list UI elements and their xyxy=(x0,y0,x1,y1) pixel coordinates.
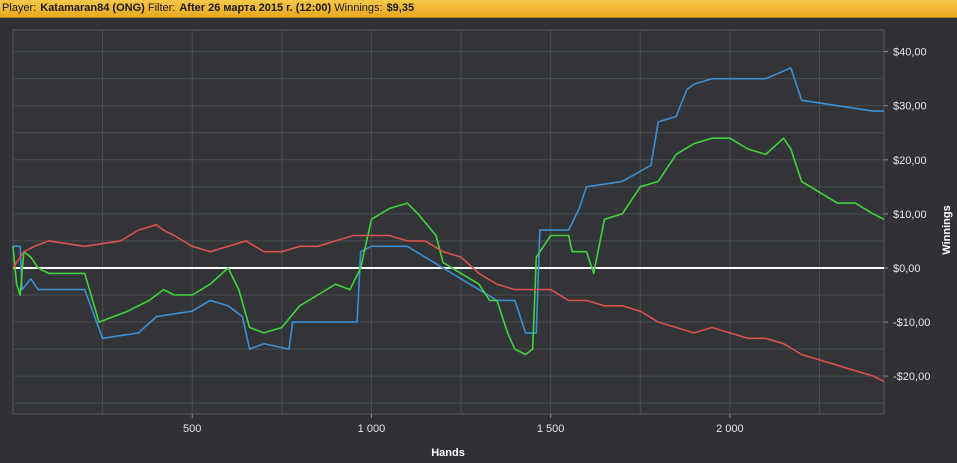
y-axis-title: Winnings xyxy=(941,205,953,254)
x-tick-label: 1 500 xyxy=(537,423,565,435)
x-tick-label: 2 000 xyxy=(716,423,744,435)
y-tick-label: $30,00 xyxy=(893,101,927,113)
y-axis-ticks: $40,00 $30,00 $20,00 $10,00 $0,00 -$10,00 -$20… xyxy=(884,47,930,383)
y-tick-label: $20,00 xyxy=(893,155,927,167)
filter-value: After 26 марта 2015 г. (12:00) xyxy=(179,2,332,14)
plot-area xyxy=(12,29,885,415)
y-tick-label: $10,00 xyxy=(893,209,927,221)
y-tick-label: -$20,00 xyxy=(893,371,930,383)
winnings-label: Winnings: xyxy=(334,2,383,14)
x-tick-label: 500 xyxy=(183,423,201,435)
winnings-value: $9,35 xyxy=(386,2,415,14)
chart-header: Player: Katamaran84 (ONG) Filter: After 26… xyxy=(0,0,957,18)
y-tick-label: -$10,00 xyxy=(893,317,930,329)
x-axis-ticks: 500 1 000 1 500 2 000 xyxy=(183,414,744,435)
player-label: Player: xyxy=(2,2,37,14)
winnings-chart[interactable]: 500 1 000 1 500 2 000 $40,00 $30,00 $20,00 $10… xyxy=(0,18,957,463)
x-tick-label: 1 000 xyxy=(358,423,386,435)
y-tick-label: $40,00 xyxy=(893,47,927,59)
x-axis-title: Hands xyxy=(431,447,465,459)
y-tick-label: $0,00 xyxy=(893,263,921,275)
filter-label: Filter: xyxy=(147,2,176,14)
player-value: Katamaran84 (ONG) xyxy=(40,2,145,14)
